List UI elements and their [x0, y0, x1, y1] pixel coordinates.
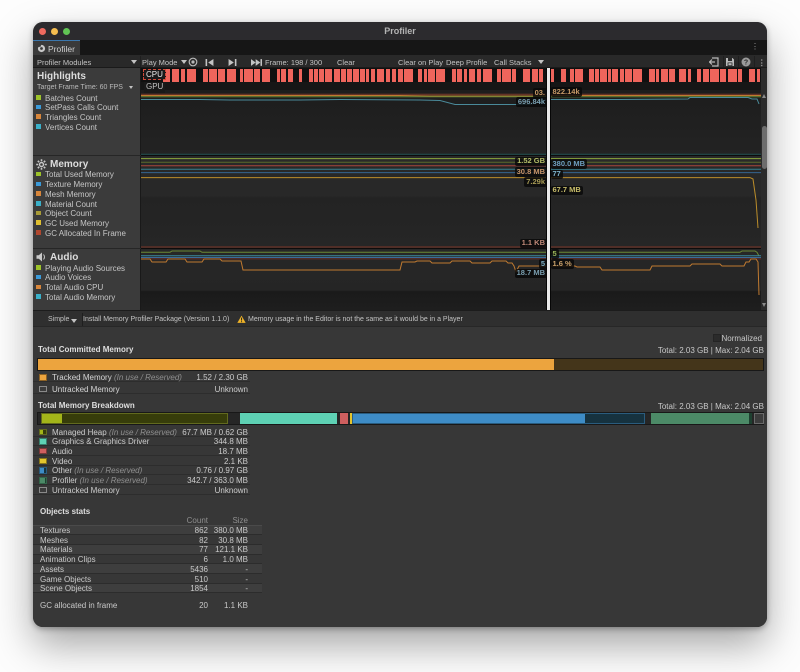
svg-text:?: ?: [744, 59, 748, 66]
